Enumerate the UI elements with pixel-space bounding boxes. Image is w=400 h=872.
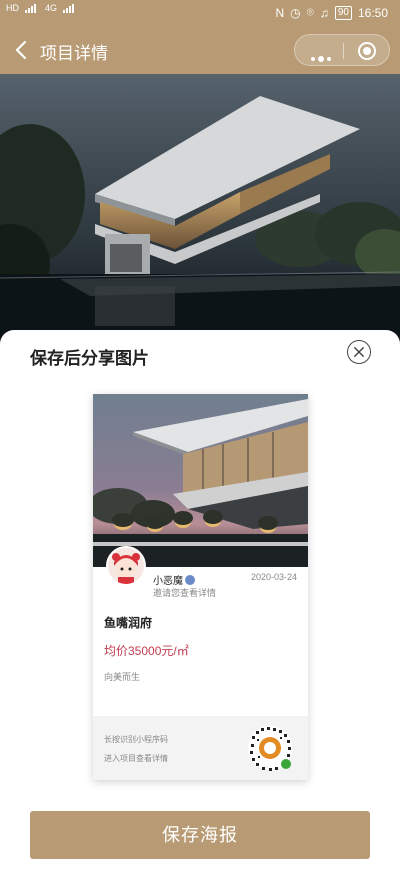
sheet-title: 保存后分享图片: [30, 349, 149, 368]
close-miniprogram-icon[interactable]: [358, 42, 376, 60]
share-poster: 小恶魔 2020-03-24 邀请您查看详情 鱼嘴润府 均价35000元/㎡ 向…: [93, 394, 308, 780]
alarm-icon: ◷: [290, 5, 301, 20]
poster-date: 2020-03-24: [250, 572, 297, 582]
signal-icon: [63, 3, 77, 13]
close-icon[interactable]: [347, 340, 371, 364]
project-tagline: 向美而生: [104, 672, 141, 682]
poster-photo: [93, 394, 308, 567]
battery-icon: 90: [334, 5, 352, 20]
network-type-label: 4G: [45, 3, 58, 13]
capsule-divider: [343, 43, 344, 59]
poster-invite-text: 邀请您查看详情: [153, 588, 217, 598]
signal-icon: [25, 3, 39, 13]
nfc-icon: N: [275, 5, 285, 20]
back-arrow-icon[interactable]: [8, 36, 36, 64]
miniprogram-code-icon: [248, 726, 292, 771]
status-right: N ◷ ⌾ ♫ 90 16:50: [275, 5, 388, 20]
location-icon: ⌾: [306, 5, 314, 19]
mute-icon: ♫: [319, 5, 329, 20]
nav-bar: 项目详情: [0, 26, 400, 74]
user-emoji-icon: [185, 575, 195, 585]
more-menu-icon[interactable]: [311, 48, 334, 66]
poster-user-name: 小恶魔: [153, 572, 195, 587]
qr-hint-2: 进入项目查看详情: [104, 754, 168, 763]
project-name: 鱼嘴润府: [104, 616, 153, 630]
building-illustration: [0, 74, 400, 344]
status-bar: HD 4G N ◷ ⌾ ♫ 90 16:50: [0, 0, 400, 26]
clock: 16:50: [357, 5, 388, 20]
qr-section: 长按识别小程序码 进入项目查看详情: [93, 716, 308, 780]
qr-hint-1: 长按识别小程序码: [104, 735, 168, 744]
project-price: 均价35000元/㎡: [104, 644, 189, 658]
hero-photo: [0, 74, 400, 344]
hd-label: HD: [6, 3, 19, 13]
avatar: [106, 546, 146, 586]
status-left: HD 4G: [6, 3, 77, 13]
save-poster-button[interactable]: 保存海报: [30, 811, 370, 859]
share-sheet: 保存后分享图片 小恶魔 2020-03-24 邀请您查看详情 鱼嘴润府 均价35…: [0, 330, 400, 872]
miniprogram-capsule: [294, 34, 390, 66]
page-title: 项目详情: [40, 44, 108, 63]
